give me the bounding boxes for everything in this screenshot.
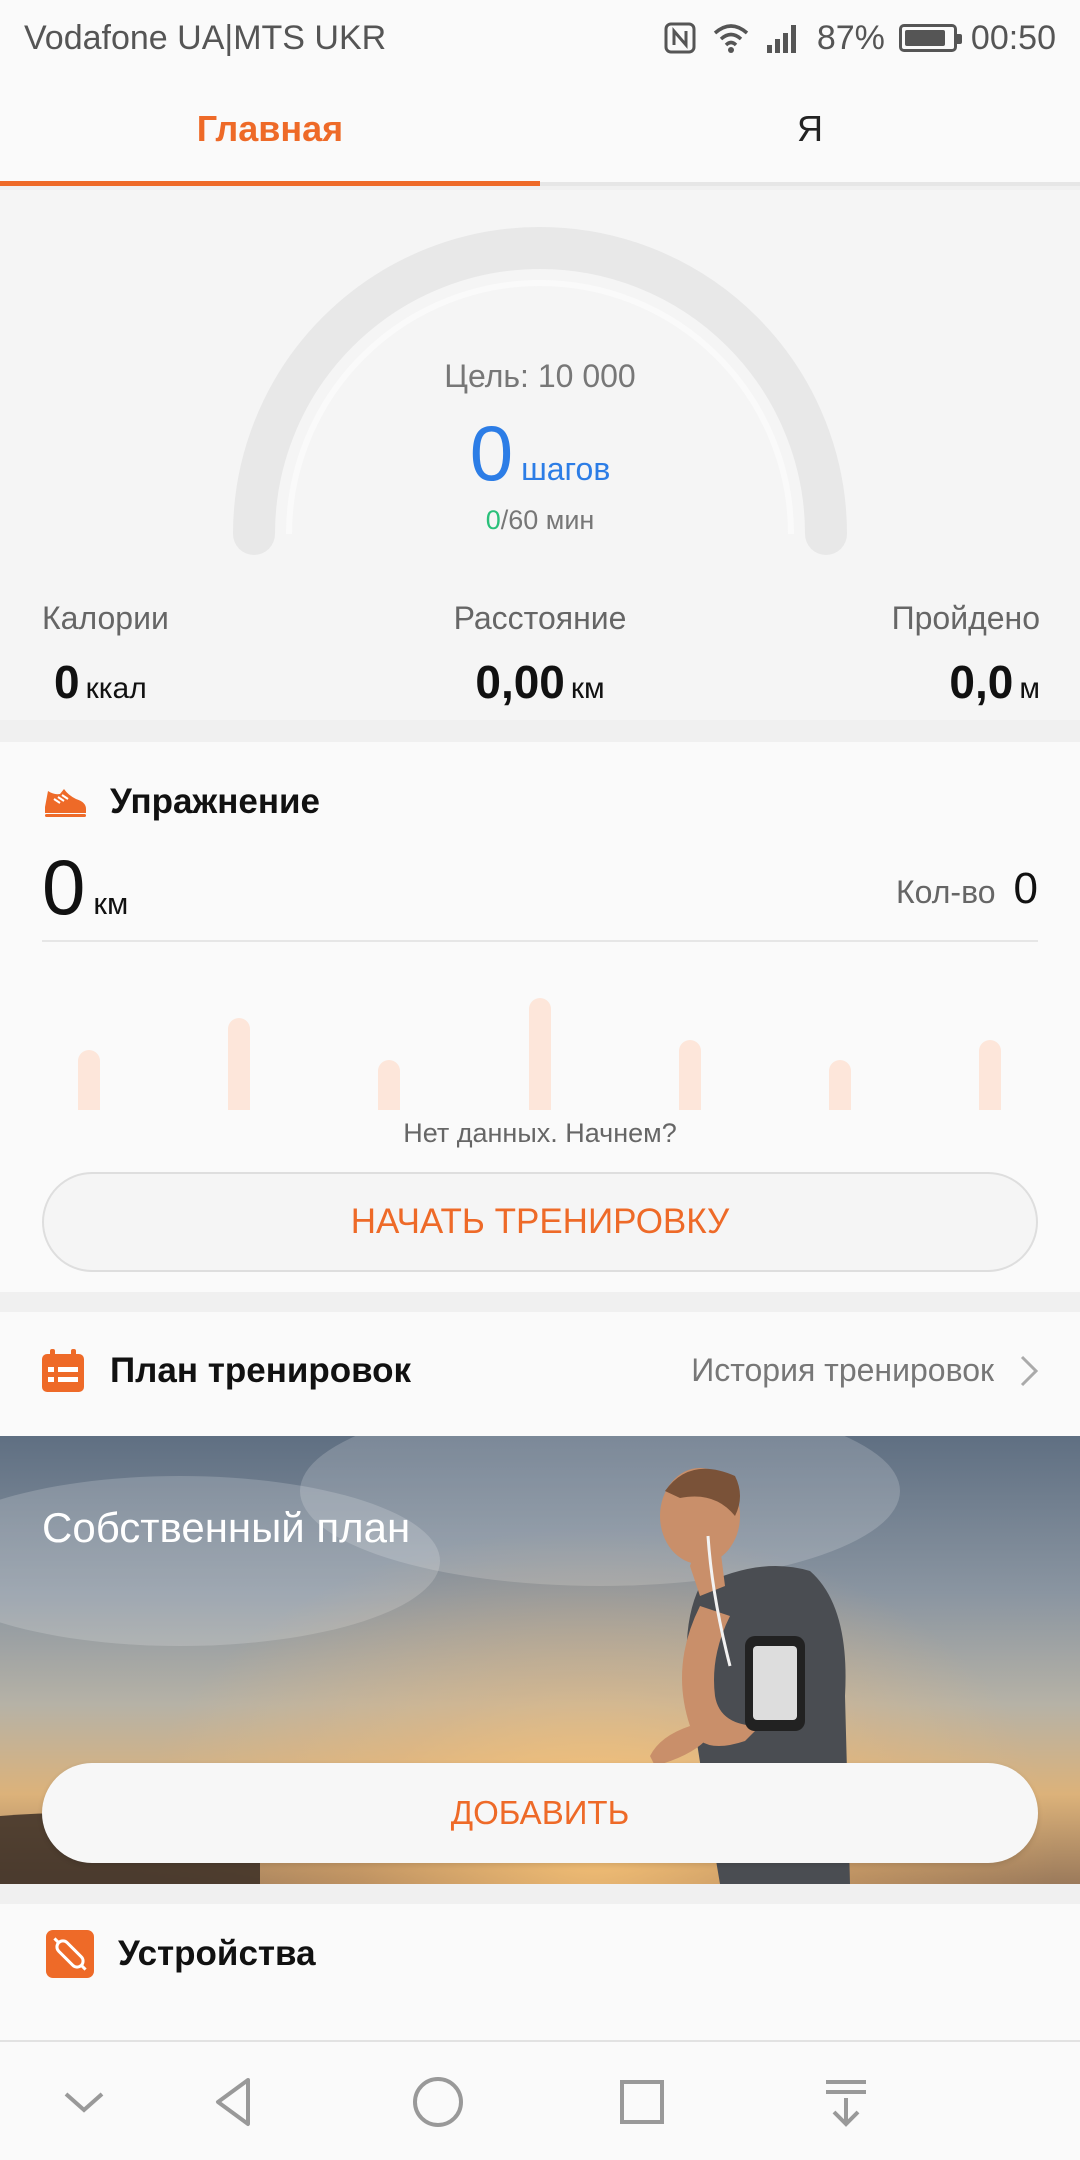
active-minutes: 0/60 мин xyxy=(0,505,1080,536)
exercise-distance: 0 км xyxy=(42,842,128,933)
status-bar: Vodafone UA|MTS UKR 87% 00:50 xyxy=(0,0,1080,76)
active-minutes-goal: /60 мин xyxy=(500,505,595,535)
add-plan-button[interactable]: ДОБАВИТЬ xyxy=(42,1763,1038,1863)
calendar-icon xyxy=(42,1349,84,1392)
battery-percent: 87% xyxy=(816,18,885,57)
status-icons: 87% 00:50 xyxy=(663,19,1056,58)
placeholder-bar xyxy=(78,1050,100,1110)
steps-count-value: 0 xyxy=(469,409,514,497)
training-plan-title: План тренировок xyxy=(110,1351,412,1390)
exercise-distance-value: 0 xyxy=(42,843,86,931)
exercise-header: Упражнение xyxy=(42,782,320,822)
placeholder-bar xyxy=(529,998,551,1110)
placeholder-bar xyxy=(979,1040,1001,1110)
stats-row: Калории 0 ккал Расстояние 0,00 км Пройдено… xyxy=(0,600,1080,710)
steps-card[interactable]: Цель: 10 000 0 шагов 0/60 мин Калории 0 кк… xyxy=(0,190,1080,720)
training-plan-header: План тренировок История тренировок xyxy=(0,1312,1080,1436)
wifi-icon xyxy=(713,24,748,53)
placeholder-bar xyxy=(228,1018,250,1110)
training-history-label: История тренировок xyxy=(691,1352,994,1388)
exercise-count-label: Кол-во xyxy=(896,874,996,910)
active-minutes-current: 0 xyxy=(485,505,501,535)
battery-fill xyxy=(904,30,945,46)
stat-climbed-unit: м xyxy=(1019,672,1040,705)
exercise-title: Упражнение xyxy=(110,782,320,821)
placeholder-bar xyxy=(378,1060,400,1110)
exercise-count-value: 0 xyxy=(1013,864,1038,913)
stat-climbed-value-row: 0,0 м xyxy=(892,655,1040,709)
devices-title: Устройства xyxy=(118,1934,316,1973)
signal-icon xyxy=(766,25,796,53)
placeholder-bar xyxy=(829,1060,851,1110)
placeholder-bar xyxy=(679,1040,701,1110)
recents-icon[interactable] xyxy=(610,2070,674,2134)
notification-pulldown-icon[interactable] xyxy=(814,2070,878,2134)
devices-icon xyxy=(46,1930,94,1978)
custom-plan-banner[interactable]: Собственный план ДОБАВИТЬ xyxy=(0,1436,1080,1884)
training-plan-title-row: План тренировок xyxy=(40,1348,411,1394)
no-data-text: Нет данных. Начнем? xyxy=(403,1118,677,1148)
clock: 00:50 xyxy=(970,18,1056,57)
steps-count-unit: шагов xyxy=(521,451,611,487)
home-icon[interactable] xyxy=(406,2070,470,2134)
custom-plan-title: Собственный план xyxy=(42,1504,411,1551)
tab-home[interactable]: Главная xyxy=(0,76,540,186)
stat-distance-unit: км xyxy=(570,672,605,705)
sneaker-icon xyxy=(45,789,86,817)
stat-distance-value: 0,00 xyxy=(475,656,565,708)
exercise-distance-unit: км xyxy=(93,886,129,921)
carrier-name: Vodafone UA|MTS UKR xyxy=(24,18,387,57)
battery-icon xyxy=(898,24,962,52)
nfc-icon xyxy=(664,22,696,54)
tab-me[interactable]: Я xyxy=(540,76,1080,182)
start-workout-button[interactable]: НАЧАТЬ ТРЕНИРОВКУ xyxy=(42,1172,1038,1272)
system-nav-bar xyxy=(0,2040,1080,2160)
steps-count: 0 шагов xyxy=(0,408,1080,499)
stat-climbed: Пройдено 0,0 м xyxy=(892,600,1040,709)
stat-climbed-label: Пройдено xyxy=(891,600,1040,636)
back-icon[interactable] xyxy=(202,2070,266,2134)
steps-goal: Цель: 10 000 xyxy=(444,358,636,394)
top-tabs: Главная Я xyxy=(0,76,1080,186)
chevron-right-icon xyxy=(1020,1355,1038,1386)
exercise-count: Кол-во 0 xyxy=(896,864,1038,914)
devices-section[interactable]: Устройства xyxy=(0,1904,1080,2040)
exercise-placeholder-bars xyxy=(0,982,1080,1110)
divider xyxy=(42,940,1038,942)
training-history-link[interactable]: История тренировок xyxy=(691,1352,1038,1389)
chevron-down-icon[interactable] xyxy=(52,2070,116,2134)
exercise-card[interactable]: Упражнение 0 км Кол-во 0 Нет данных. Начне… xyxy=(0,742,1080,1292)
stat-climbed-value: 0,0 xyxy=(949,656,1014,708)
devices-title-row: Устройства xyxy=(44,1928,316,1980)
